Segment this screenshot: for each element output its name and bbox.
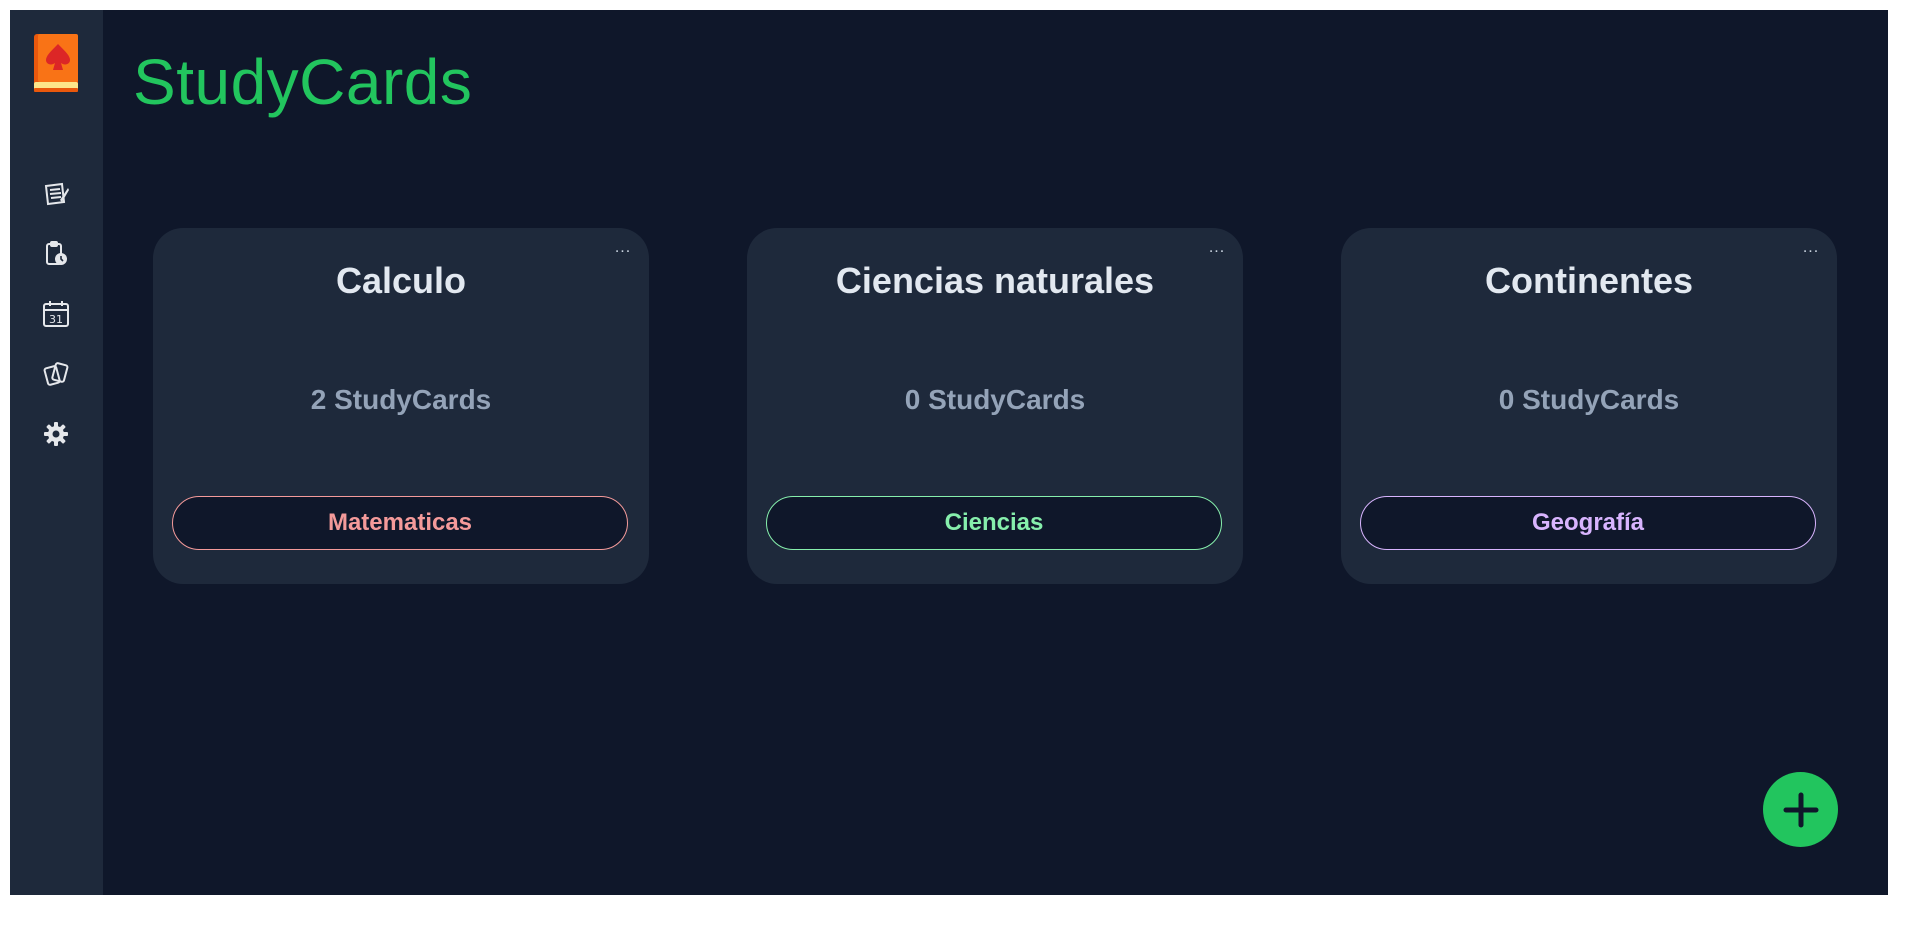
deck-tag-button[interactable]: Ciencias (766, 496, 1222, 550)
deck-title: Ciencias naturales (835, 260, 1155, 301)
plus-icon (1783, 792, 1818, 827)
deck-tag-button[interactable]: Geografía (1360, 496, 1816, 550)
notebook-icon[interactable] (40, 178, 72, 210)
page-title: StudyCards (133, 46, 473, 118)
deck-count: 0 StudyCards (904, 384, 1086, 415)
spade-book-logo[interactable] (30, 32, 82, 94)
calendar-day-label: 31 (49, 313, 63, 326)
calendar-icon[interactable]: 31 (40, 298, 72, 330)
card-menu-icon[interactable]: ... (611, 240, 635, 256)
card-menu-icon[interactable]: ... (1205, 240, 1229, 256)
deck-card[interactable]: ... Continentes 0 StudyCards Geografía (1341, 228, 1837, 584)
deck-card[interactable]: ... Ciencias naturales 0 StudyCards Cien… (747, 228, 1243, 584)
cards-icon[interactable] (40, 358, 72, 390)
deck-count: 2 StudyCards (310, 384, 492, 415)
clipboard-clock-icon[interactable] (40, 238, 72, 270)
deck-tag-button[interactable]: Matematicas (172, 496, 628, 550)
sidebar: 31 (10, 10, 103, 895)
deck-card[interactable]: ... Calculo 2 StudyCards Matematicas (153, 228, 649, 584)
deck-title: Continentes (1484, 260, 1693, 301)
deck-count: 0 StudyCards (1498, 384, 1680, 415)
gear-icon[interactable] (40, 418, 72, 450)
card-menu-icon[interactable]: ... (1799, 240, 1823, 256)
deck-title: Calculo (335, 260, 467, 301)
app-window: 31 StudyCards ... Calculo 2 StudyCards M… (10, 10, 1888, 895)
add-deck-button[interactable] (1763, 772, 1838, 847)
